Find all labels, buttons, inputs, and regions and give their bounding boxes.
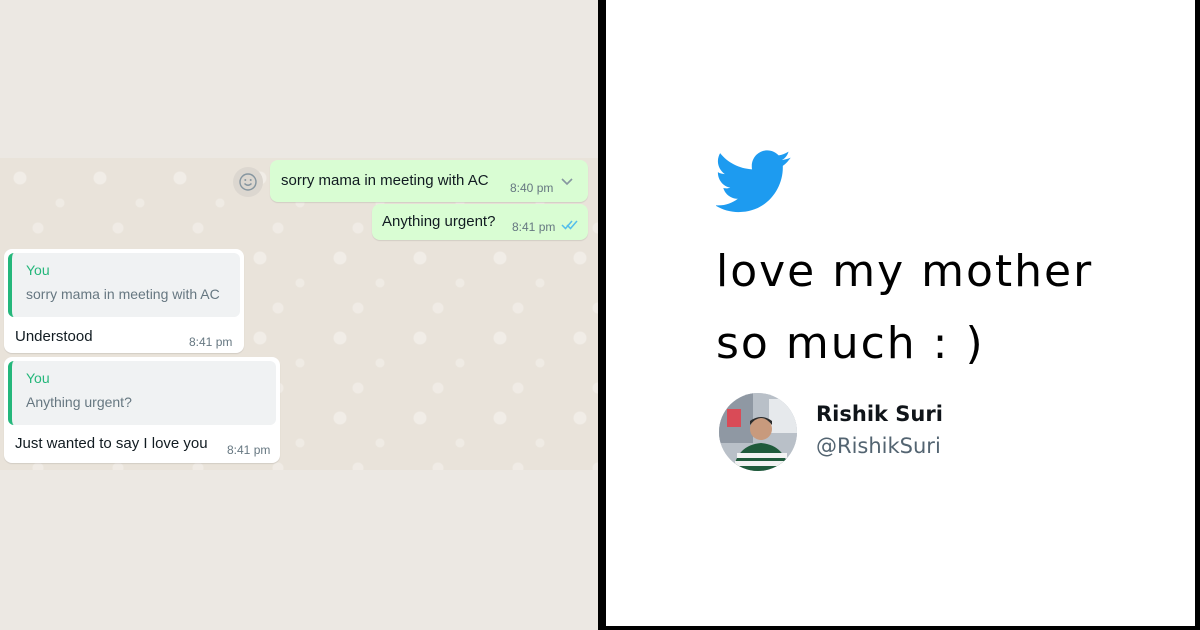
quoted-message[interactable]: You Anything urgent? — [8, 361, 276, 425]
twitter-bird-icon — [714, 150, 792, 214]
tweet-line: love my mother — [716, 246, 1094, 297]
message-text: Anything urgent? — [382, 213, 496, 230]
message-time: 8:40 pm — [510, 181, 554, 195]
chat-screenshot: sorry mama in meeting with AC 8:40 pm An… — [0, 0, 598, 630]
message-text: sorry mama in meeting with AC — [281, 172, 489, 189]
author-name[interactable]: Rishik Suri — [816, 402, 943, 426]
quote-author: You — [26, 262, 50, 278]
smiley-icon[interactable] — [233, 167, 263, 197]
quote-text: sorry mama in meeting with AC — [26, 286, 220, 302]
tweet-text: love my mother so much : ) — [716, 236, 1156, 380]
message-text: Just wanted to say I love you — [15, 435, 208, 452]
quote-text: Anything urgent? — [26, 394, 132, 410]
message-bubble-incoming[interactable]: You sorry mama in meeting with AC Unders… — [4, 249, 244, 353]
divider — [598, 0, 606, 630]
double-check-icon — [561, 218, 579, 235]
message-time: 8:41 pm — [189, 335, 233, 349]
message-text: Understood — [15, 328, 93, 345]
quote-author: You — [26, 370, 50, 386]
chevron-down-icon[interactable] — [560, 174, 574, 191]
author-handle[interactable]: @RishikSuri — [816, 434, 941, 458]
message-bubble-incoming[interactable]: You Anything urgent? Just wanted to say … — [4, 357, 280, 463]
tweet-line: so much : ) — [716, 318, 985, 369]
tweet-card[interactable]: love my mother so much : ) Rishik Suri @… — [606, 0, 1200, 630]
message-time: 8:41 pm — [512, 220, 556, 234]
message-bubble-outgoing[interactable]: Anything urgent? 8:41 pm — [372, 204, 588, 240]
avatar[interactable] — [719, 393, 797, 471]
message-time: 8:41 pm — [227, 443, 271, 457]
quoted-message[interactable]: You sorry mama in meeting with AC — [8, 253, 240, 317]
message-bubble-outgoing[interactable]: sorry mama in meeting with AC 8:40 pm — [270, 160, 588, 202]
